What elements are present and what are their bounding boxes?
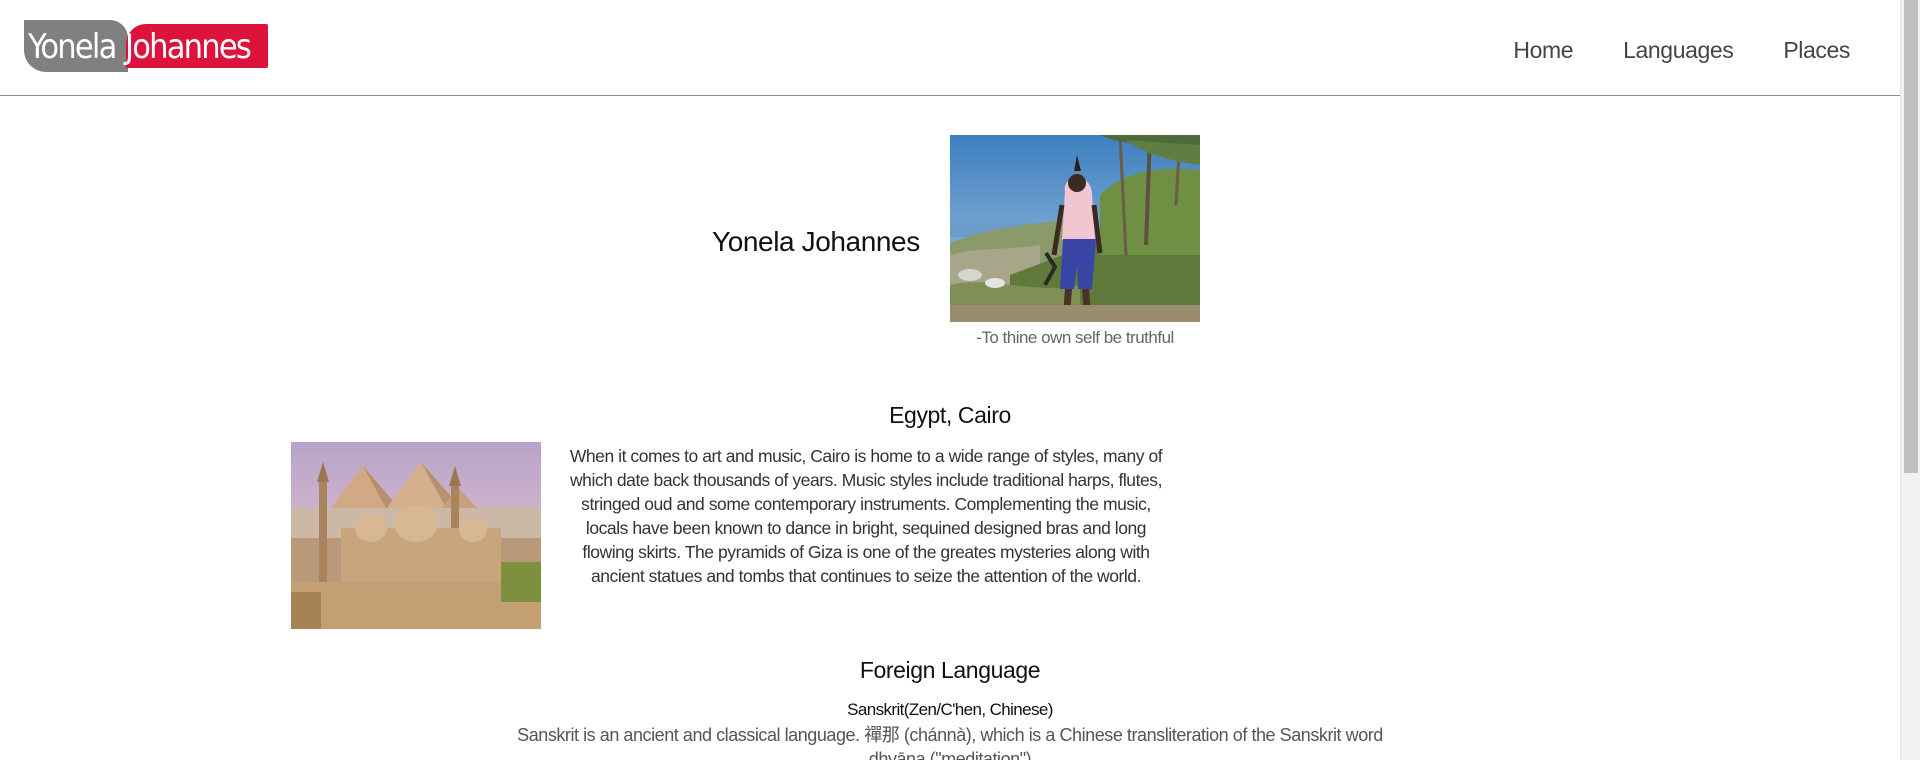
egypt-description: When it comes to art and music, Cairo is… (569, 446, 1163, 586)
profile-photo (950, 135, 1200, 322)
site-logo[interactable]: Yonela Johannes (24, 20, 268, 72)
logo-last-name: Johannes (125, 27, 252, 67)
hero-quote: -To thine own self be truthful (976, 328, 1174, 347)
language-description: Sanskrit is an ancient and classical lan… (517, 725, 1383, 760)
nav-places-link[interactable]: Places (1783, 30, 1850, 70)
scrollbar-thumb[interactable] (1904, 0, 1918, 473)
logo-first-name: Yonela (28, 27, 117, 67)
site-header: Yonela Johannes Home Languages Places (0, 0, 1900, 96)
nav-languages-link[interactable]: Languages (1623, 30, 1734, 70)
foreign-language-title: Foreign Language (859, 657, 1041, 683)
browser-viewport: Yonela Johannes Home Languages Places Yo… (0, 0, 1920, 760)
hero-name: Yonela Johannes (712, 226, 920, 257)
cairo-photo (291, 442, 541, 629)
language-subtitle: Sanskrit(Zen/C'hen, Chinese) (847, 700, 1053, 719)
page-scrollbar[interactable] (1900, 0, 1920, 760)
egypt-section-title: Egypt, Cairo (889, 402, 1011, 428)
main-nav: Home Languages Places (1513, 30, 1850, 70)
page-content: Yonela Johannes Home Languages Places Yo… (0, 0, 1900, 760)
nav-home-link[interactable]: Home (1513, 30, 1573, 70)
